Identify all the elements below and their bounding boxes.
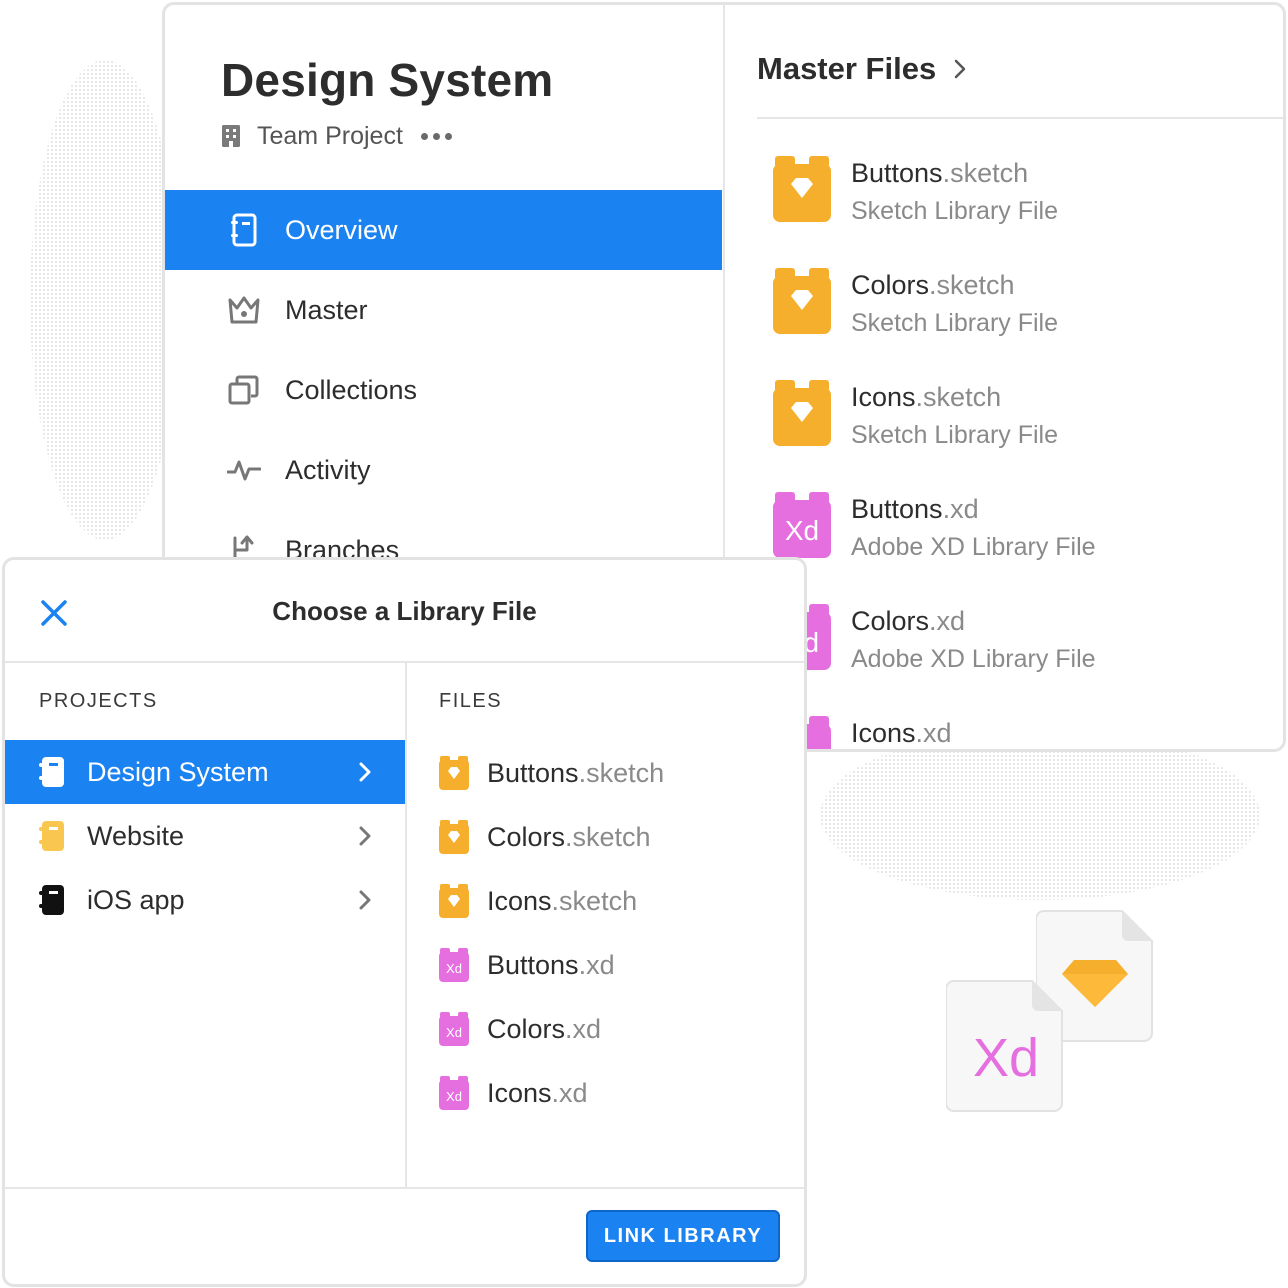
project-item-website[interactable]: Website [5, 804, 405, 868]
file-type: Sketch Library File [851, 309, 1059, 337]
project-label: Website [87, 820, 185, 851]
library-file-item[interactable]: Xd Colors .xd [439, 1009, 601, 1049]
sketch-file-icon [773, 268, 831, 334]
collections-icon [227, 373, 261, 407]
master-file-row[interactable]: Colors.sketch Sketch Library File [773, 268, 1058, 358]
file-ext: .xd [942, 494, 979, 524]
xd-file-icon: Xd [439, 948, 469, 982]
chevron-right-icon [359, 826, 371, 846]
svg-text:Xd: Xd [785, 515, 819, 546]
nav-label: Overview [285, 214, 398, 245]
file-name: Buttons [487, 949, 579, 980]
notebook-icon [39, 821, 64, 851]
projects-label: PROJECTS [39, 690, 158, 712]
sketch-file-icon [439, 756, 469, 790]
link-library-button[interactable]: LINK LIBRARY [586, 1210, 780, 1262]
file-ext: .sketch [551, 885, 638, 916]
master-files-header[interactable]: Master Files [757, 51, 966, 87]
master-file-row[interactable]: Buttons.sketch Sketch Library File [773, 156, 1058, 246]
library-file-item[interactable]: Icons .sketch [439, 881, 637, 921]
choose-library-dialog: Choose a Library File PROJECTS FILES Des… [2, 557, 807, 1287]
master-files-title: Master Files [757, 51, 937, 86]
library-file-item[interactable]: Buttons .sketch [439, 753, 664, 793]
background-texture [30, 60, 180, 540]
file-name: Buttons [487, 757, 579, 788]
project-label: iOS app [87, 884, 185, 915]
project-type-label: Team Project [257, 121, 403, 150]
notebook-icon [39, 885, 64, 915]
file-ext: .xd [551, 1077, 588, 1108]
divider [757, 117, 1283, 119]
project-subtitle: Team Project [221, 119, 452, 153]
master-file-row[interactable]: Icons.sketch Sketch Library File [773, 380, 1058, 470]
file-name: Buttons [851, 494, 943, 524]
chevron-right-icon [359, 890, 371, 910]
activity-icon [227, 453, 261, 487]
project-item-design-system[interactable]: Design System [5, 740, 405, 804]
notebook-icon [39, 757, 64, 787]
file-name: Colors [487, 821, 566, 852]
file-ext: .sketch [578, 757, 665, 788]
file-ext: .sketch [942, 158, 1029, 188]
chevron-right-icon [359, 762, 371, 782]
file-type: Adobe XD Library File [851, 645, 1096, 673]
sketch-file-icon [773, 380, 831, 446]
nav-label: Collections [285, 374, 418, 405]
file-name: Icons [487, 1077, 552, 1108]
project-title: Design System [221, 54, 554, 106]
file-ext: .sketch [565, 821, 651, 852]
nav-item-collections[interactable]: Collections [165, 350, 722, 430]
nav-label: Master [285, 294, 368, 325]
sketch-file-icon [439, 820, 469, 854]
project-label: Design System [87, 756, 269, 787]
divider [5, 1187, 804, 1189]
file-type: Sketch Library File [851, 197, 1059, 225]
dialog-title: Choose a Library File [272, 596, 537, 626]
file-name: Buttons [851, 158, 943, 188]
file-ext: .sketch [915, 382, 1002, 412]
xd-file-icon: Xd [439, 1012, 469, 1046]
xd-file-icon: Xd [773, 492, 831, 558]
file-name: Icons [487, 885, 552, 916]
nav-label: Activity [285, 454, 371, 485]
file-name: Colors [851, 270, 930, 300]
nav-item-overview[interactable]: Overview [165, 190, 722, 270]
file-type: Adobe XD Library File [851, 533, 1096, 561]
nav-item-activity[interactable]: Activity [165, 430, 722, 510]
file-type: Sketch Library File [851, 421, 1059, 449]
file-ext: .xd [565, 1013, 602, 1044]
svg-text:Xd: Xd [446, 1025, 462, 1040]
file-name: Colors [851, 606, 930, 636]
file-ext: .xd [578, 949, 615, 980]
master-files-panel: Master Files Buttons.sketch Sketch Libra… [725, 5, 1283, 749]
divider [405, 663, 407, 1188]
file-name: Colors [487, 1013, 566, 1044]
more-options-icon[interactable] [420, 132, 452, 140]
background-texture [820, 730, 1260, 900]
chevron-right-icon [954, 59, 966, 79]
file-ext: .xd [915, 718, 952, 748]
notebook-icon [227, 213, 261, 247]
sketch-file-icon [773, 156, 831, 222]
master-file-row[interactable]: Xd Buttons.xd Adobe XD Library File [773, 492, 1096, 582]
sketch-file-icon [439, 884, 469, 918]
svg-text:Xd: Xd [446, 961, 462, 976]
files-label: FILES [439, 690, 503, 712]
nav-item-master[interactable]: Master [165, 270, 722, 350]
master-file-row[interactable]: Xd Colors.xd Adobe XD Library File [773, 604, 1096, 694]
file-ext: .sketch [929, 270, 1015, 300]
crown-icon [227, 293, 261, 327]
xd-logo-text: Xd [973, 1028, 1039, 1088]
file-ext: .xd [929, 606, 966, 636]
library-file-item[interactable]: Xd Icons .xd [439, 1073, 588, 1113]
xd-document-icon: Xd [946, 980, 1063, 1112]
building-icon [222, 125, 240, 147]
library-file-item[interactable]: Colors .sketch [439, 817, 651, 857]
xd-file-icon: Xd [439, 1076, 469, 1110]
svg-text:Xd: Xd [446, 1089, 462, 1104]
file-name: Icons [851, 382, 916, 412]
file-name: Icons [851, 718, 916, 748]
project-item-ios-app[interactable]: iOS app [5, 868, 405, 932]
library-file-item[interactable]: Xd Buttons .xd [439, 945, 615, 985]
